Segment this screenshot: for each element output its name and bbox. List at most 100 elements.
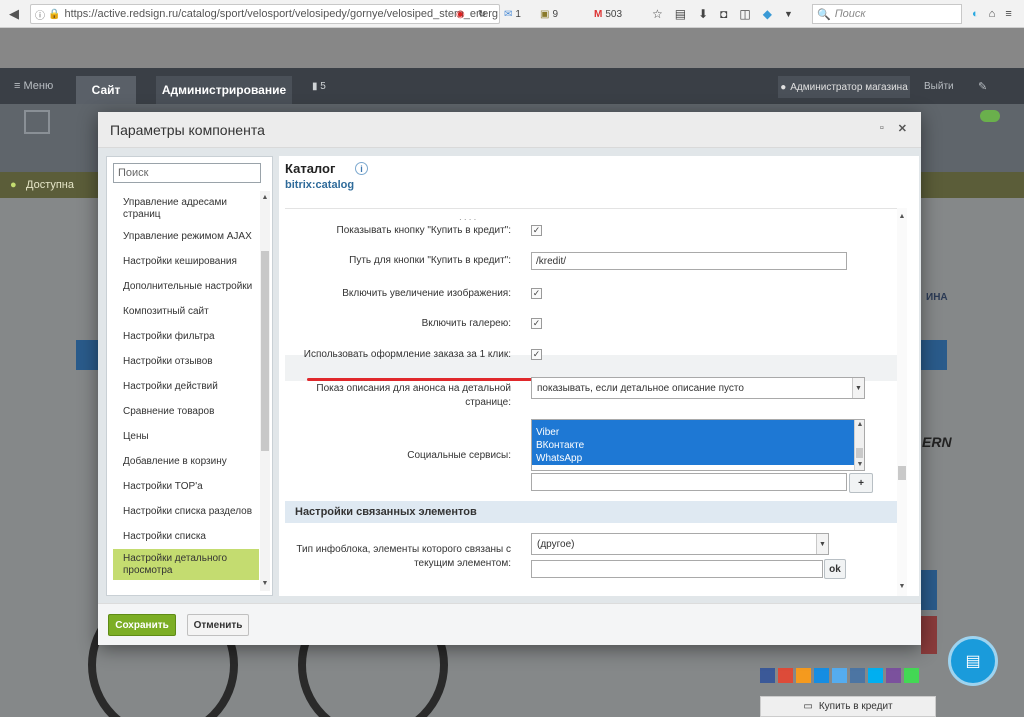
multiselect-scroll-thumb[interactable] xyxy=(856,448,863,458)
admin-menu-button[interactable]: ≡ Меню xyxy=(14,80,53,92)
param-label-social: Социальные сервисы: xyxy=(407,450,511,461)
zoom-checkbox[interactable]: ✓ xyxy=(531,288,542,299)
chat-widget-button[interactable]: ▤ xyxy=(948,636,998,686)
sidebar-item-ajax[interactable]: Управление режимом AJAX xyxy=(113,224,259,249)
component-params-dialog: Параметры компонента ▫ ✕ Поиск Управлени… xyxy=(98,112,921,645)
bg-heading-fragment: ИНА xyxy=(926,292,948,303)
download-icon[interactable]: ⬇ xyxy=(698,7,708,21)
credit-path-input[interactable]: /kredit/ xyxy=(531,252,847,270)
sidebar-item-url-management[interactable]: Управление адресами страниц xyxy=(113,193,259,224)
pin-icon[interactable]: ✎ xyxy=(978,80,987,93)
scroll-up-icon[interactable]: ▲ xyxy=(855,420,864,430)
clipboard-icon[interactable]: ▤ xyxy=(675,7,686,21)
info-icon[interactable]: i xyxy=(355,162,368,175)
sidebar-item-actions[interactable]: Настройки действий xyxy=(113,374,259,399)
logout-link[interactable]: Выйти xyxy=(924,81,954,92)
gmail-counter[interactable]: M 503 xyxy=(594,4,622,24)
param-label-one-click: Использовать оформление заказа за 1 клик… xyxy=(303,349,511,360)
params-scrollbar[interactable]: ▲ ▼ xyxy=(897,208,907,596)
sidebar-item-section-list[interactable]: Настройки списка разделов xyxy=(113,499,259,524)
scroll-up-icon[interactable]: ▲ xyxy=(897,212,907,222)
social-extra-input[interactable] xyxy=(531,473,847,491)
pocket-icon[interactable]: ◉ xyxy=(456,9,465,20)
scroll-down-icon[interactable]: ▼ xyxy=(855,460,864,470)
pocket-save-icon[interactable]: ◘ xyxy=(720,7,727,21)
dialog-window-controls: ▫ ✕ xyxy=(880,122,907,135)
sidebar-item-caching[interactable]: Настройки кеширования xyxy=(113,249,259,274)
one-click-checkbox[interactable]: ✓ xyxy=(531,349,542,360)
mailru-icon[interactable] xyxy=(814,668,829,683)
tab-icon[interactable]: ◫ xyxy=(739,7,750,21)
multiselect-scrollbar[interactable]: ▲ ▼ xyxy=(854,420,864,470)
reload-icon[interactable]: ↻ xyxy=(478,9,486,20)
chevron-down-icon: ▼ xyxy=(816,534,828,554)
skype-share-icon[interactable] xyxy=(868,668,883,683)
sidebar-item-list[interactable]: Настройки списка xyxy=(113,524,259,549)
sidebar-item-top[interactable]: Настройки TOP'а xyxy=(113,474,259,499)
chat-icon: ▤ xyxy=(965,653,981,670)
sidebar-item-basket[interactable]: Добавление в корзину xyxy=(113,449,259,474)
vk-icon[interactable] xyxy=(850,668,865,683)
tab-administration[interactable]: Администрирование xyxy=(156,76,292,104)
scroll-down-icon[interactable]: ▼ xyxy=(897,582,907,592)
sidebar-item-additional[interactable]: Дополнительные настройки xyxy=(113,274,259,299)
close-icon[interactable]: ✕ xyxy=(898,122,907,135)
credit-button-checkbox[interactable]: ✓ xyxy=(531,225,542,236)
sidebar-item-detail[interactable]: Настройки детального просмотра xyxy=(113,549,259,580)
cancel-button[interactable]: Отменить xyxy=(187,614,249,636)
odnoklassniki-icon[interactable] xyxy=(796,668,811,683)
menu-icon[interactable]: ≡ xyxy=(1005,8,1011,20)
sidebar-item-filter[interactable]: Настройки фильтра xyxy=(113,324,259,349)
iblock-type-select[interactable]: (другое) ▼ xyxy=(531,533,829,555)
scroll-down-icon[interactable]: ▼ xyxy=(260,579,270,589)
admin-user-button[interactable]: ● Администратор магазина xyxy=(778,76,910,98)
googleplus-icon[interactable] xyxy=(778,668,793,683)
social-services-multiselect[interactable]: Viber ВКонтакте WhatsApp ▲ ▼ xyxy=(531,419,865,471)
sidebar-search-input[interactable]: Поиск xyxy=(113,163,261,183)
box-counter[interactable]: ▣ 9 xyxy=(540,4,558,24)
sidebar-scrollbar[interactable]: ▲ ▼ xyxy=(260,191,270,591)
sidebar-item-reviews[interactable]: Настройки отзывов xyxy=(113,349,259,374)
social-option-viber[interactable]: Viber xyxy=(532,426,864,439)
notifications-counter[interactable]: ▮ 5 xyxy=(312,81,326,92)
sidebar-item-prices[interactable]: Цены xyxy=(113,424,259,449)
create-page-icon[interactable] xyxy=(24,110,50,134)
bg-blue-button xyxy=(76,340,98,370)
chevron-down-icon[interactable]: ▼ xyxy=(784,9,793,19)
maximize-icon[interactable]: ▫ xyxy=(880,122,884,135)
back-arrow-icon[interactable]: ◀ xyxy=(4,4,24,24)
params-scroll-thumb[interactable] xyxy=(898,466,906,480)
ok-button[interactable]: ok xyxy=(824,559,846,579)
component-title: Каталог xyxy=(285,161,336,176)
param-label-gallery: Включить галерею: xyxy=(421,318,511,329)
social-option-whatsapp[interactable]: WhatsApp xyxy=(532,452,864,465)
sidebar-item-composite[interactable]: Композитный сайт xyxy=(113,299,259,324)
dialog-footer: Сохранить Отменить xyxy=(98,603,921,645)
address-bar[interactable]: ⓘ 🔒 https://active.redsign.ru/catalog/sp… xyxy=(30,4,500,24)
sidebar-item-compare[interactable]: Сравнение товаров xyxy=(113,399,259,424)
home-icon[interactable]: ⌂ xyxy=(989,8,996,20)
save-button[interactable]: Сохранить xyxy=(108,614,176,636)
admin-panel-bar: ≡ Меню Сайт Администрирование ▮ 5 ● Адми… xyxy=(0,68,1024,104)
param-label-credit-path: Путь для кнопки "Купить в кредит": xyxy=(349,255,511,266)
viber-icon[interactable] xyxy=(886,668,901,683)
tab-site[interactable]: Сайт xyxy=(76,76,136,104)
anons-select[interactable]: показывать, если детальное описание пуст… xyxy=(531,377,865,399)
diamond-icon[interactable]: ◆ xyxy=(763,7,772,21)
star-icon[interactable]: ☆ xyxy=(652,7,663,21)
facebook-icon[interactable] xyxy=(760,668,775,683)
social-option-vk[interactable]: ВКонтакте xyxy=(532,439,864,452)
browser-actions: ☆ ▤ ⬇ ◘ ◫ ◆ ▼ xyxy=(652,4,793,24)
chevron-down-icon: ▼ xyxy=(852,378,864,398)
sidebar-scroll-thumb[interactable] xyxy=(261,251,269,451)
gallery-checkbox[interactable]: ✓ xyxy=(531,318,542,329)
twitter-icon[interactable] xyxy=(832,668,847,683)
social-add-button[interactable]: + xyxy=(849,473,873,493)
iblock-element-input[interactable] xyxy=(531,560,823,578)
browser-search-input[interactable]: 🔍 Поиск xyxy=(812,4,962,24)
scroll-up-icon[interactable]: ▲ xyxy=(260,193,270,203)
mail-counter[interactable]: ✉ 1 xyxy=(504,4,521,24)
toggle-icon[interactable] xyxy=(980,110,1000,122)
whatsapp-icon[interactable] xyxy=(904,668,919,683)
skype-icon[interactable]: ◐ xyxy=(972,8,979,20)
